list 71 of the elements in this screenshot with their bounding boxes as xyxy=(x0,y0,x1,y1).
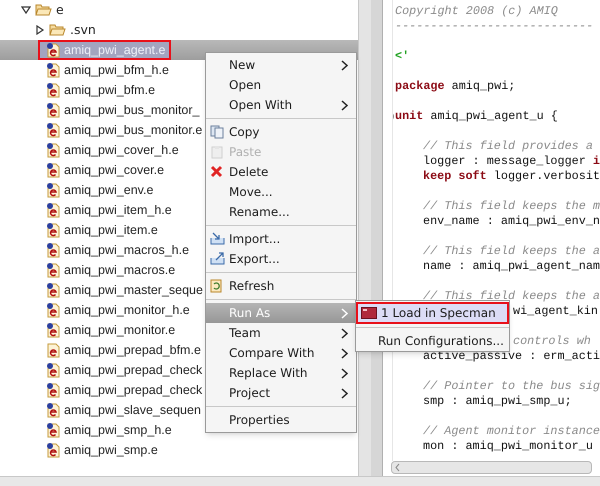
folder-icon xyxy=(49,23,66,37)
menu-item[interactable]: Export... xyxy=(206,249,356,269)
code-line: keep soft logger.verbosit xyxy=(423,169,600,183)
tree-item[interactable]: amiq_pwi_item.e xyxy=(38,220,164,240)
tree-item[interactable]: amiq_pwi_prepad_check xyxy=(38,380,208,400)
tree-item[interactable]: amiq_pwi_cover.e xyxy=(38,160,170,180)
code-line: wi_agent_kin xyxy=(513,304,598,318)
tree-item[interactable]: amiq_pwi_macros.e xyxy=(38,260,182,280)
code-line: // This field keeps the a xyxy=(423,289,600,303)
menu-item[interactable]: Open With xyxy=(206,95,356,115)
import-icon xyxy=(210,232,225,245)
tree-item[interactable]: e xyxy=(56,0,64,20)
menu-item[interactable]: Open xyxy=(206,75,356,95)
menu-item[interactable]: Team xyxy=(206,323,356,343)
code-line: env_name : amiq_pwi_env_n xyxy=(423,214,600,228)
tree-item[interactable]: amiq_pwi_cover_h.e xyxy=(38,140,185,160)
code-line: mon : amiq_pwi_monitor_u xyxy=(423,439,593,453)
launch-icon xyxy=(361,307,377,319)
code-line: controls wh xyxy=(513,334,591,348)
tree-item[interactable]: amiq_pwi_smp_h.e xyxy=(38,420,178,440)
delete-icon xyxy=(210,165,223,178)
code-line: Copyright 2008 (c) AMIQ xyxy=(395,4,558,18)
menu-item[interactable]: Project xyxy=(206,383,356,403)
tree-item[interactable]: amiq_pwi_bus_monitor_ xyxy=(38,100,206,120)
code-line: // This field keeps the a xyxy=(423,244,600,258)
tree-item[interactable]: amiq_pwi_master_seque xyxy=(38,280,209,300)
tree-item[interactable]: .svn xyxy=(70,20,96,40)
tree-item[interactable]: amiq_pwi_monitor.e xyxy=(38,320,182,340)
menu-item[interactable]: Run Configurations... xyxy=(356,331,509,350)
paste-icon xyxy=(210,145,224,159)
horizontal-scrollbar[interactable] xyxy=(391,461,592,474)
code-line: name : amiq_pwi_agent_nam xyxy=(423,259,600,273)
tree-item[interactable]: amiq_pwi_smp.e xyxy=(38,440,164,460)
tree-item[interactable]: amiq_pwi_prepad_bfm.e xyxy=(38,340,207,360)
code-line: <' xyxy=(395,49,410,63)
folder-icon xyxy=(35,3,52,17)
menu-item[interactable]: Rename... xyxy=(206,202,356,222)
menu-item[interactable]: Import... xyxy=(206,229,356,249)
code-line: package amiq_pwi; xyxy=(395,79,516,93)
tree-item[interactable]: amiq_pwi_monitor_h.e xyxy=(38,300,196,320)
refresh-icon xyxy=(210,279,223,293)
code-line: // Pointer to the bus sig xyxy=(423,379,600,393)
code-line: // Agent monitor instance xyxy=(423,424,600,438)
tree-item[interactable]: amiq_pwi_bus_monitor.e xyxy=(38,120,208,140)
export-icon xyxy=(210,252,225,265)
menu-item[interactable]: New xyxy=(206,55,356,75)
code-line: unit amiq_pwi_agent_u { xyxy=(395,109,558,123)
menu-item[interactable]: Copy xyxy=(206,122,356,142)
code-line: logger : message_logger i xyxy=(423,154,600,168)
menu-item[interactable]: Properties xyxy=(206,410,356,430)
menu-item[interactable]: Refresh xyxy=(206,276,356,296)
tree-item[interactable]: amiq_pwi_bfm.e xyxy=(38,80,162,100)
menu-item[interactable]: Delete xyxy=(206,162,356,182)
menu-item[interactable]: Compare With xyxy=(206,343,356,363)
code-line: // This field provides a xyxy=(423,139,593,153)
tree-item[interactable]: amiq_pwi_prepad_check xyxy=(38,360,208,380)
expand-arrow-icon[interactable] xyxy=(35,25,45,35)
tree-item[interactable]: amiq_pwi_macros_h.e xyxy=(38,240,196,260)
tree-item[interactable]: amiq_pwi_env.e xyxy=(38,180,160,200)
menu-item[interactable]: Replace With xyxy=(206,363,356,383)
tree-item[interactable]: amiq_pwi_item_h.e xyxy=(38,200,178,220)
tree-item[interactable]: amiq_pwi_slave_sequen xyxy=(38,400,207,420)
code-line: active_passive : erm_acti xyxy=(423,349,600,363)
menu-item[interactable]: 1 Load in Specman xyxy=(356,302,509,324)
code-line: ---------------------------- xyxy=(395,19,594,33)
tree-item[interactable]: amiq_pwi_bfm_h.e xyxy=(38,60,175,80)
copy-icon xyxy=(210,125,224,139)
collapse-arrow-icon[interactable] xyxy=(21,5,31,15)
menu-item[interactable]: Move... xyxy=(206,182,356,202)
code-line: smp : amiq_pwi_smp_u; xyxy=(423,394,572,408)
code-line: // This field keeps the m xyxy=(423,199,600,213)
